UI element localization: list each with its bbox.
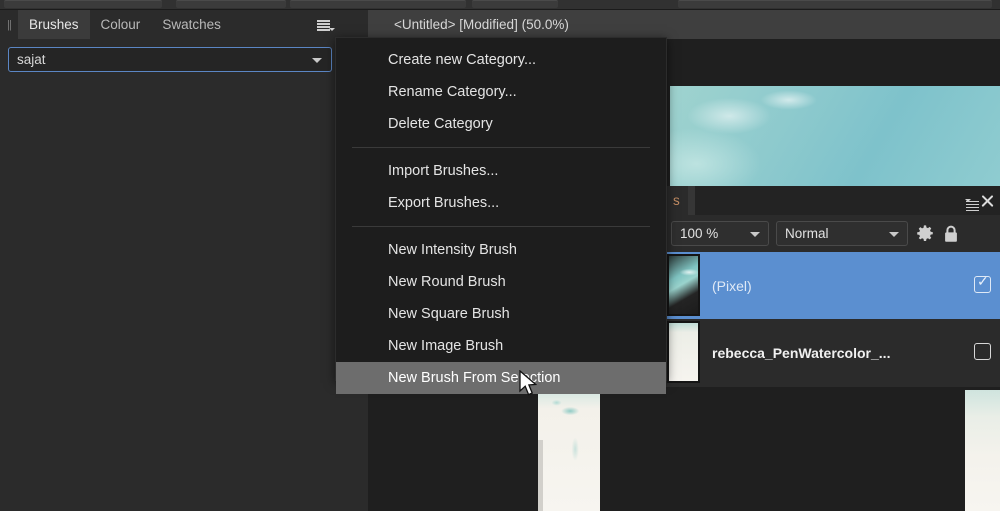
checkmark-icon: ✓ [977,273,989,289]
layer-visibility-checkbox[interactable] [974,343,991,360]
thumbnail-image [669,323,698,381]
chevron-down-icon [889,232,899,237]
panel-drag-grip[interactable]: || [0,10,18,39]
canvas-artwork-top[interactable] [670,86,1000,186]
brush-category-value: sajat [17,52,46,67]
menu-item-delete-category[interactable]: Delete Category [336,108,666,140]
brush-category-combobox[interactable]: sajat [8,47,332,72]
chevron-down-icon [312,58,322,63]
chevron-down-icon [750,232,760,237]
artwork-texture [538,392,600,511]
checkmark-icon [977,342,990,355]
menu-item-create-new-category[interactable]: Create new Category... [336,44,666,76]
toolbar-chip[interactable] [176,0,286,8]
toolbar-chip[interactable] [4,0,162,8]
document-title: <Untitled> [Modified] (50.0%) [394,17,569,32]
layer-opacity-combobox[interactable]: 100 % [671,221,769,246]
menu-item-new-round-brush[interactable]: New Round Brush [336,266,666,298]
brushes-panel-body: sajat [0,39,340,511]
artwork-texture [965,390,1000,511]
table-row[interactable]: rebecca_PenWatercolor_... [665,319,1000,386]
layer-lock-button[interactable] [942,224,960,244]
tab-brushes[interactable]: Brushes [18,10,90,39]
artwork-edge-seam [538,440,543,511]
layer-opacity-value: 100 % [680,226,719,241]
brushes-tabbar: || Brushes Colour Swatches [0,10,340,39]
top-toolbar-strip [0,0,1000,10]
canvas-artwork-right[interactable] [965,390,1000,511]
artwork-texture [670,86,1000,186]
pixel-layer-thumbnail[interactable] [667,254,700,316]
tab-layers[interactable]: s [665,186,688,215]
thumbnail-image [669,256,698,314]
layer-blend-mode-combobox[interactable]: Normal [776,221,908,246]
menu-separator [352,226,650,227]
tab-swatches[interactable]: Swatches [151,10,232,39]
brushes-panel-context-menu: Create new Category... Rename Category..… [335,37,667,394]
layer-blend-mode-value: Normal [785,226,829,241]
canvas-artwork-strip[interactable] [538,392,600,511]
toolbar-chip[interactable] [290,0,466,8]
layers-tabbar: s [665,186,1000,215]
layer-settings-button[interactable] [915,224,935,244]
menu-item-new-brush-from-selection[interactable]: New Brush From Selection [336,362,666,394]
watercolor-layer-thumbnail[interactable] [667,321,700,383]
layer-visibility-checkbox[interactable]: ✓ [974,273,991,293]
brushes-dock-panel: || Brushes Colour Swatches sajat [0,10,340,511]
gear-icon [917,224,933,241]
menu-separator [352,147,650,148]
chevron-down-icon [965,198,971,202]
layers-panel: s 100 % Normal (Pixel) ✓ rebecca_PenWate… [665,186,1000,387]
toolbar-chip[interactable] [472,0,558,8]
menu-item-new-square-brush[interactable]: New Square Brush [336,298,666,330]
menu-item-export-brushes[interactable]: Export Brushes... [336,187,666,219]
brush-thumbnail-list[interactable] [0,82,340,511]
layers-panel-header-icons [965,186,994,215]
layers-toolbar: 100 % Normal [665,215,1000,252]
brushes-panel-menu-button[interactable] [310,15,336,35]
lock-icon [945,225,957,242]
menu-item-import-brushes[interactable]: Import Brushes... [336,155,666,187]
chevron-down-icon [328,28,335,31]
tab-colour[interactable]: Colour [90,10,152,39]
hamburger-menu-icon [316,20,335,31]
document-titlebar[interactable]: <Untitled> [Modified] (50.0%) [368,10,1000,39]
menu-item-new-intensity-brush[interactable]: New Intensity Brush [336,234,666,266]
application-window: <Untitled> [Modified] (50.0%) || Brushes… [0,0,1000,511]
toolbar-chip[interactable] [678,0,992,8]
menu-item-rename-category[interactable]: Rename Category... [336,76,666,108]
close-icon[interactable] [980,194,994,208]
menu-item-new-image-brush[interactable]: New Image Brush [336,330,666,362]
table-row[interactable]: (Pixel) ✓ [665,252,1000,319]
